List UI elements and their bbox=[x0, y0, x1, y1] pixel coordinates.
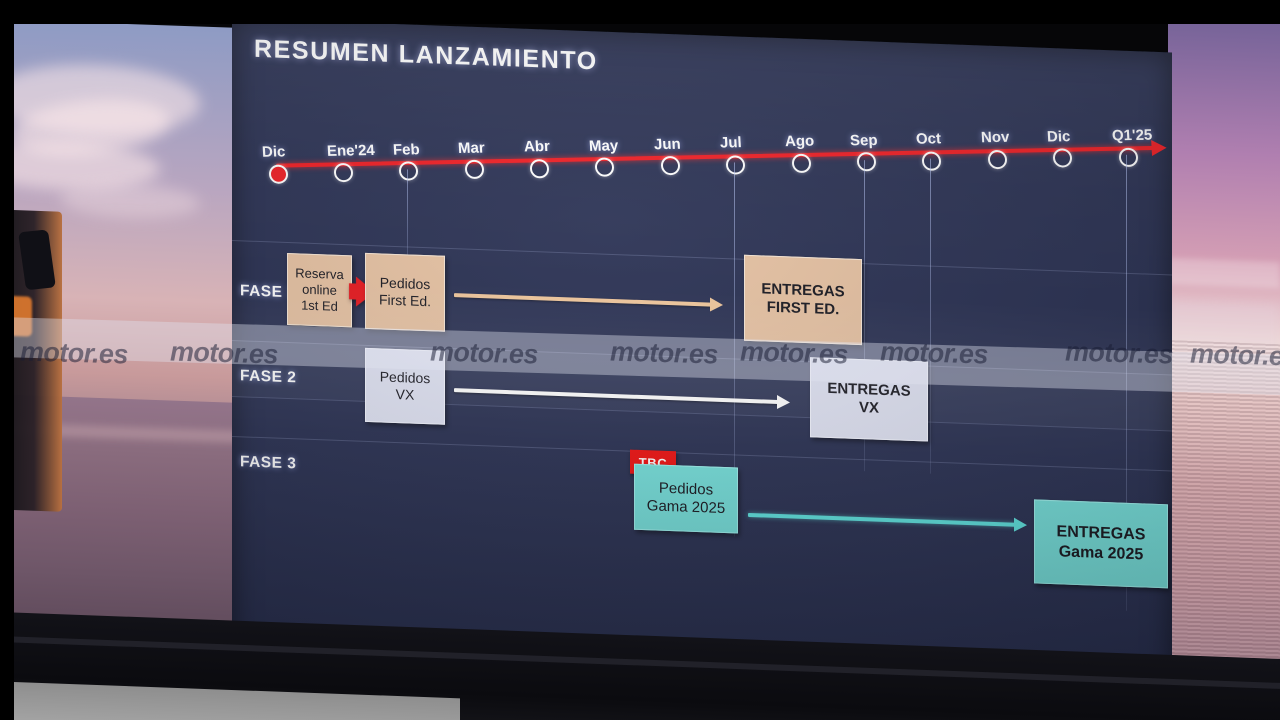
timeline-tick-jun[interactable] bbox=[660, 156, 680, 176]
timeline-label-oct: Oct bbox=[915, 130, 942, 148]
box-line: online bbox=[302, 281, 337, 298]
box-line: First Ed. bbox=[378, 291, 432, 310]
arrow-head bbox=[777, 394, 790, 410]
timeline-label-may: May bbox=[588, 136, 619, 155]
photo-of-presentation-screen: RESUMEN LANZAMIENTO Dic Ene'24 Feb Mar Abr Ma… bbox=[0, 0, 1280, 720]
box-line: Gama 2025 bbox=[646, 497, 726, 518]
box-pedidos-vx[interactable]: Pedidos VX bbox=[365, 347, 445, 425]
guide-line-oct bbox=[929, 158, 931, 474]
box-line: VX bbox=[858, 398, 879, 417]
box-pedidos-gama-2025[interactable]: Pedidos Gama 2025 bbox=[634, 463, 738, 534]
timeline-ticks: Dic Ene'24 Feb Mar Abr May Jun Jul Ago Sep Oct Nov D… bbox=[246, 77, 1158, 184]
timeline: Dic Ene'24 Feb Mar Abr May Jun Jul Ago Sep Oct Nov D… bbox=[246, 77, 1168, 206]
timeline-label-feb: Feb bbox=[392, 140, 420, 159]
box-line: 1st Ed bbox=[301, 297, 338, 314]
arrow-head bbox=[710, 297, 723, 313]
box-line: Pedidos bbox=[658, 479, 714, 499]
presentation-slide: RESUMEN LANZAMIENTO Dic Ene'24 Feb Mar Abr Ma… bbox=[232, 18, 1172, 693]
timeline-label-ene24: Ene'24 bbox=[326, 142, 376, 161]
box-line: Pedidos bbox=[379, 368, 431, 387]
timeline-label-jul: Jul bbox=[719, 134, 742, 152]
timeline-label-jun: Jun bbox=[653, 135, 682, 154]
box-reserva-online[interactable]: Reserva online 1st Ed bbox=[287, 253, 352, 328]
ceiling-shadow bbox=[0, 0, 1280, 24]
arrow-fase-1 bbox=[454, 293, 723, 313]
timeline-label-dic: Dic bbox=[261, 143, 286, 161]
left-shadow bbox=[0, 0, 14, 720]
backdrop-photo-left bbox=[0, 19, 242, 653]
timeline-tick-dic[interactable] bbox=[268, 163, 288, 184]
desert-ground bbox=[1168, 340, 1280, 695]
timeline-tick-sep[interactable] bbox=[856, 152, 876, 172]
timeline-label-mar: Mar bbox=[457, 139, 486, 157]
timeline-label-ago: Ago bbox=[784, 132, 815, 151]
horizon-band bbox=[1168, 258, 1280, 289]
box-entregas-gama-2025[interactable]: ENTREGAS Gama 2025 bbox=[1034, 499, 1168, 589]
timeline-label-dic: Dic bbox=[1046, 127, 1071, 146]
box-line: VX bbox=[395, 386, 415, 403]
timeline-tick-mar[interactable] bbox=[464, 159, 484, 180]
timeline-tick-jul[interactable] bbox=[726, 154, 746, 175]
box-line: Reserva bbox=[295, 265, 344, 283]
timeline-label-sep: Sep bbox=[850, 131, 879, 150]
timeline-label-q125: Q1'25 bbox=[1111, 126, 1153, 145]
backdrop-photo-right bbox=[1168, 0, 1280, 695]
timeline-tick-abr[interactable] bbox=[530, 158, 550, 179]
timeline-arrow-head bbox=[1151, 139, 1168, 157]
phase-label-fase-2: FASE 2 bbox=[240, 367, 297, 387]
box-line: ENTREGAS bbox=[827, 379, 911, 400]
timeline-tick-ene24[interactable] bbox=[333, 162, 353, 183]
phase-label-fase-3: FASE 3 bbox=[240, 453, 297, 473]
timeline-tick-ago[interactable] bbox=[791, 153, 811, 174]
timeline-label-nov: Nov bbox=[980, 129, 1011, 147]
box-entregas-first-ed[interactable]: ENTREGAS FIRST ED. bbox=[744, 254, 862, 346]
arrow-head bbox=[1014, 517, 1027, 533]
timeline-label-abr: Abr bbox=[523, 138, 550, 156]
box-line: FIRST ED. bbox=[766, 298, 840, 319]
timeline-tick-feb[interactable] bbox=[399, 161, 419, 181]
timeline-tick-may[interactable] bbox=[595, 157, 615, 178]
slide-title: RESUMEN LANZAMIENTO bbox=[254, 34, 598, 76]
box-entregas-vx[interactable]: ENTREGAS VX bbox=[810, 357, 928, 442]
box-line: Gama 2025 bbox=[1058, 543, 1144, 564]
timeline-tick-q125[interactable] bbox=[1118, 147, 1138, 167]
cloud-shape bbox=[60, 181, 200, 221]
box-pedidos-first-ed[interactable]: Pedidos First Ed. bbox=[365, 252, 445, 332]
timeline-tick-nov[interactable] bbox=[987, 149, 1007, 170]
arrow-fase-3 bbox=[748, 512, 1027, 533]
box-line: Pedidos bbox=[379, 274, 431, 293]
timeline-tick-dic[interactable] bbox=[1053, 148, 1073, 168]
